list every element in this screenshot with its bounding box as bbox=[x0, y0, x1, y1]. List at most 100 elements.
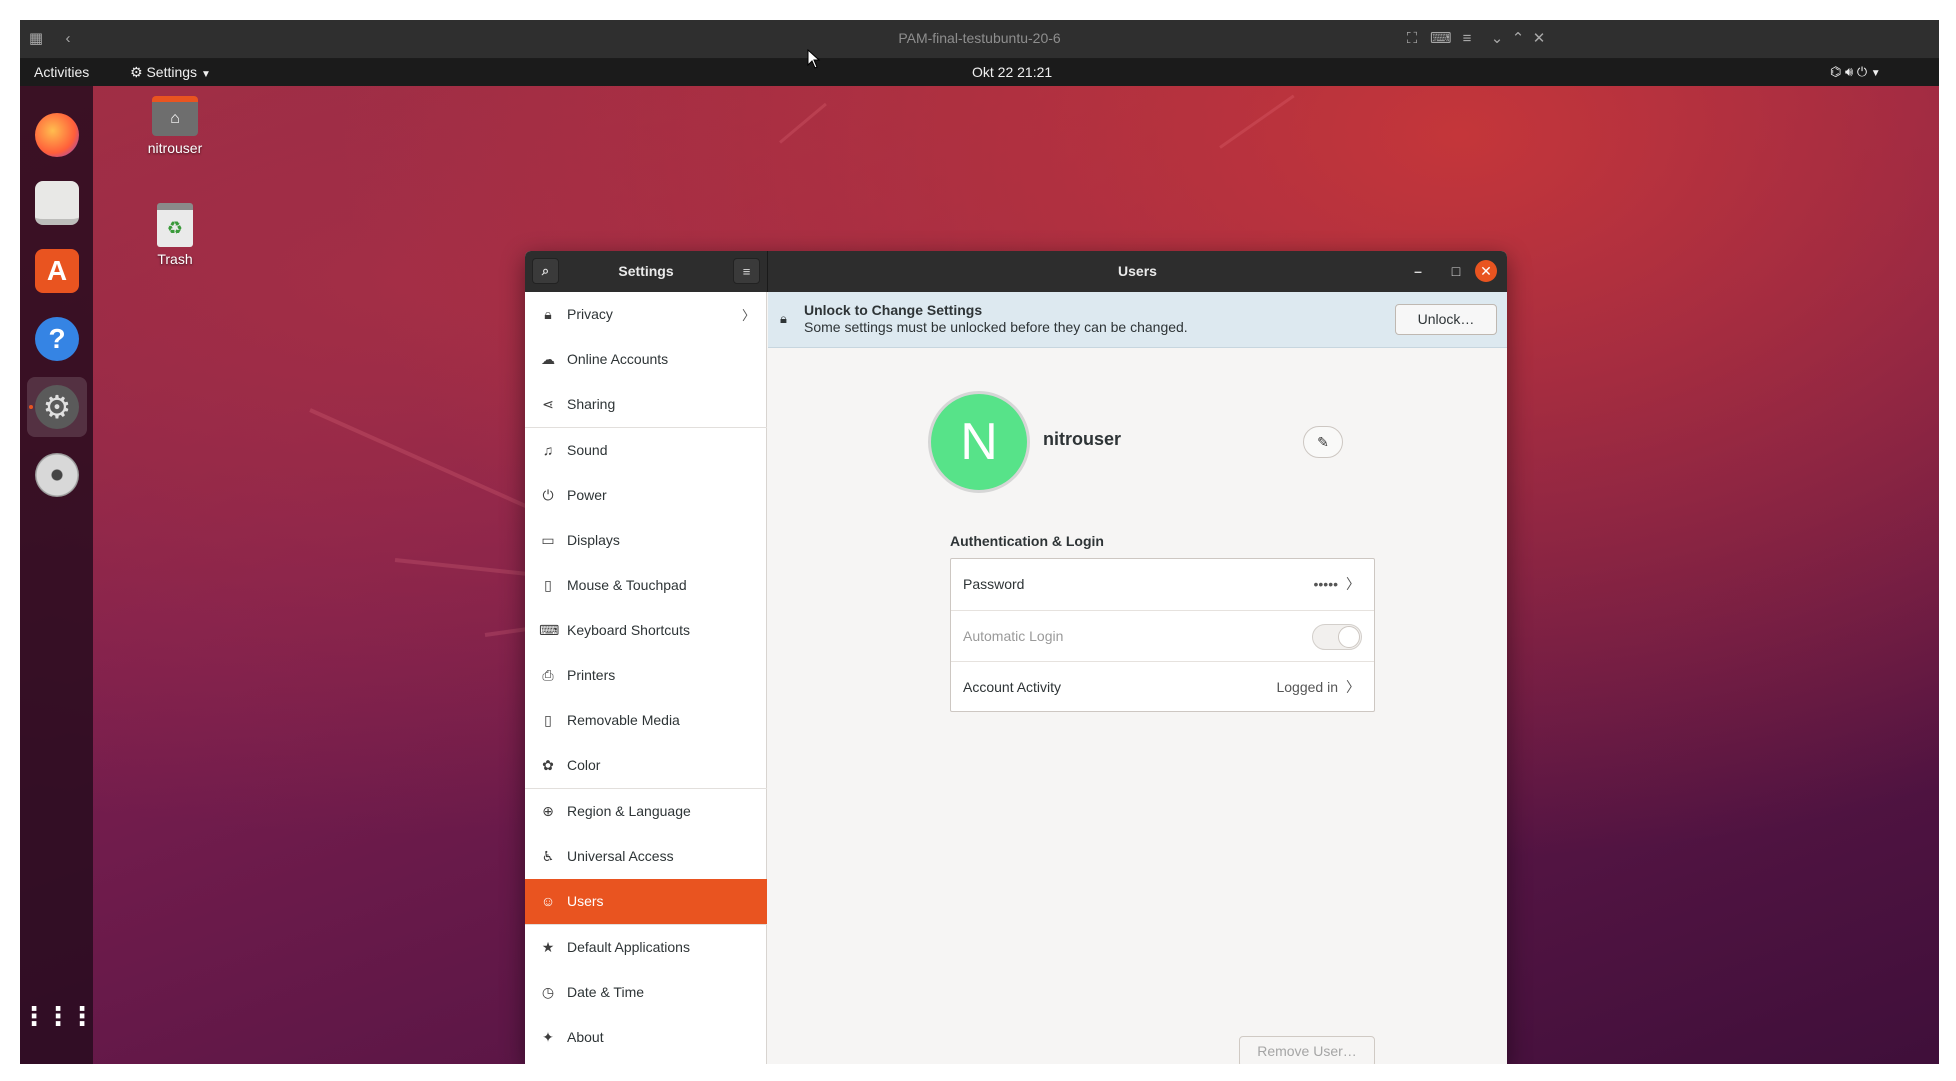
dvd-icon bbox=[35, 453, 79, 497]
unlock-title: Unlock to Change Settings bbox=[804, 302, 983, 318]
power-menu-icon: ⏻ bbox=[1856, 64, 1868, 79]
sidebar-item-about[interactable]: ✦ About bbox=[525, 1015, 767, 1060]
dock-software[interactable]: A bbox=[27, 241, 87, 301]
unlock-infobar: 🔒︎ Unlock to Change Settings Some settin… bbox=[768, 292, 1507, 348]
minimize-button[interactable]: – bbox=[1407, 260, 1429, 282]
keyboard-icon[interactable]: ⌨ bbox=[1430, 29, 1452, 49]
viewer-toolbar: ▦ ‹ PAM-final-testubuntu-20-6 ⛶ ⌨ ≡ ⌄ ⌃ … bbox=[20, 20, 1939, 59]
sidebar-item-removable-media[interactable]: ▯ Removable Media bbox=[525, 698, 767, 743]
pencil-icon: ✎ bbox=[1317, 434, 1329, 450]
minimize-icon: – bbox=[1414, 263, 1422, 279]
activities-button[interactable]: Activities bbox=[34, 64, 89, 80]
printer-icon: ⎙ bbox=[542, 667, 554, 683]
user-avatar[interactable]: N bbox=[928, 391, 1030, 493]
wallpaper-shape bbox=[1219, 94, 1295, 149]
account-activity-label: Account Activity bbox=[963, 679, 1062, 695]
chevron-up-icon[interactable]: ⌃ bbox=[1508, 29, 1528, 49]
share-icon: ⋖ bbox=[542, 396, 554, 412]
sidebar-item-label: Region & Language bbox=[567, 803, 691, 819]
sidebar-item-label: Privacy bbox=[567, 306, 613, 322]
sidebar-item-color[interactable]: ✿ Color bbox=[525, 743, 767, 788]
users-icon: ☺ bbox=[540, 893, 556, 909]
sidebar-item-users[interactable]: ☺ Users bbox=[525, 879, 767, 924]
sidebar-item-sharing[interactable]: ⋖ Sharing bbox=[525, 382, 767, 427]
password-row[interactable]: Password ••••• 〉 bbox=[951, 559, 1374, 610]
sidebar-item-universal-access[interactable]: ♿︎ Universal Access bbox=[525, 834, 767, 879]
sidebar-item-date-time[interactable]: ◷ Date & Time bbox=[525, 970, 767, 1015]
clock-icon: ◷ bbox=[541, 984, 555, 1000]
close-icon[interactable]: ✕ bbox=[1529, 29, 1549, 49]
unlock-subtitle: Some settings must be unlocked before th… bbox=[804, 319, 1188, 335]
sidebar-item-label: About bbox=[567, 1029, 604, 1045]
chevron-down-icon[interactable]: ⌄ bbox=[1487, 29, 1507, 49]
running-indicator bbox=[29, 405, 33, 409]
dock-firefox[interactable] bbox=[27, 105, 87, 165]
show-apps-button[interactable]: ⋮⋮⋮ bbox=[21, 986, 95, 1046]
toggle-knob bbox=[1338, 626, 1360, 648]
sidebar-item-printers[interactable]: ⎙ Printers bbox=[525, 653, 767, 698]
sidebar-item-online-accounts[interactable]: ☁ Online Accounts bbox=[525, 337, 767, 382]
sidebar-item-label: Displays bbox=[567, 532, 620, 548]
accessibility-icon: ♿︎ bbox=[541, 848, 555, 864]
dock: A ? ⚙ ⋮⋮⋮ bbox=[20, 86, 95, 1064]
globe-icon: ⊕ bbox=[542, 803, 554, 819]
display-icon: ▭ bbox=[541, 532, 555, 548]
app-menu-button[interactable]: ⚙ Settings ▼ bbox=[130, 64, 211, 81]
sidebar-item-sound[interactable]: ♫ Sound bbox=[525, 428, 767, 473]
sidebar-item-label: Online Accounts bbox=[567, 351, 669, 367]
maximize-button[interactable]: □ bbox=[1445, 260, 1467, 282]
hamburger-icon: ≡ bbox=[742, 263, 751, 279]
firefox-icon bbox=[35, 113, 79, 157]
sidebar-item-displays[interactable]: ▭ Displays bbox=[525, 518, 767, 563]
remote-desktop-frame: ▦ ‹ PAM-final-testubuntu-20-6 ⛶ ⌨ ≡ ⌄ ⌃ … bbox=[20, 20, 1939, 1064]
sidebar-item-mouse-touchpad[interactable]: ▯ Mouse & Touchpad bbox=[525, 563, 767, 608]
wallpaper-shape bbox=[779, 102, 827, 144]
edit-name-button[interactable]: ✎ bbox=[1303, 426, 1343, 458]
system-status-menu[interactable]: ⌬ 🔊︎ ⏻ ▼ bbox=[1830, 64, 1881, 80]
automatic-login-toggle[interactable] bbox=[1312, 624, 1362, 650]
sidebar-item-label: Removable Media bbox=[567, 712, 680, 728]
network-icon: ⌬ bbox=[1830, 64, 1842, 79]
sparkle-icon: ✦ bbox=[542, 1029, 554, 1045]
dock-dvd[interactable] bbox=[27, 445, 87, 505]
account-activity-value: Logged in bbox=[1276, 679, 1338, 695]
desktop-icon-trash[interactable]: ♻ Trash bbox=[120, 203, 230, 267]
users-panel: 🔒︎ Unlock to Change Settings Some settin… bbox=[768, 292, 1507, 1064]
lock-icon: 🔒︎ bbox=[780, 311, 787, 326]
primary-menu-button[interactable]: ≡ bbox=[733, 258, 760, 284]
sidebar-item-label: Default Applications bbox=[567, 939, 690, 955]
triangle-down-icon: ▼ bbox=[200, 69, 211, 80]
username-label: nitrouser bbox=[1043, 429, 1122, 449]
sidebar-item-region-language[interactable]: ⊕ Region & Language bbox=[525, 789, 767, 834]
sidebar-item-label: Keyboard Shortcuts bbox=[567, 622, 690, 638]
clock-button[interactable]: Okt 22 21:21 bbox=[972, 64, 1052, 80]
chevron-right-icon: 〉 bbox=[1346, 576, 1360, 592]
cloud-icon: ☁ bbox=[541, 351, 555, 367]
star-icon: ★ bbox=[541, 939, 555, 955]
hamburger-icon[interactable]: ≡ bbox=[1457, 29, 1477, 49]
sidebar-item-keyboard-shortcuts[interactable]: ⌨ Keyboard Shortcuts bbox=[525, 608, 767, 653]
dock-settings[interactable]: ⚙ bbox=[27, 377, 87, 437]
password-value: ••••• bbox=[1313, 576, 1338, 592]
trash-icon: ♻ bbox=[157, 203, 193, 247]
sidebar-item-label: Universal Access bbox=[567, 848, 674, 864]
sidebar-item-default-applications[interactable]: ★ Default Applications bbox=[525, 925, 767, 970]
sidebar-item-label: Sound bbox=[567, 442, 608, 458]
dock-help[interactable]: ? bbox=[27, 309, 87, 369]
sidebar-item-power[interactable]: ⏻ Power bbox=[525, 473, 767, 518]
desktop-icon-home[interactable]: ⌂ nitrouser bbox=[120, 96, 230, 156]
account-activity-row[interactable]: Account Activity Logged in 〉 bbox=[951, 662, 1374, 713]
sidebar-item-privacy[interactable]: 🔒︎ Privacy 〉 bbox=[525, 292, 767, 337]
sidebar-item-label: Power bbox=[567, 487, 607, 503]
unlock-button[interactable]: Unlock… bbox=[1395, 304, 1497, 335]
fullscreen-icon[interactable]: ⛶ bbox=[1402, 29, 1422, 49]
software-icon: A bbox=[35, 249, 79, 293]
close-icon: ✕ bbox=[1480, 263, 1492, 279]
settings-window: ⌕ Settings ≡ Users – □ ✕ 🔒︎ Privacy 〉 ☁ Onli… bbox=[525, 251, 1507, 1064]
automatic-login-row: Automatic Login bbox=[951, 611, 1374, 662]
power-icon: ⏻ bbox=[542, 487, 554, 503]
sidebar-item-label: Color bbox=[567, 757, 601, 773]
remove-user-button[interactable]: Remove User… bbox=[1239, 1036, 1375, 1064]
close-button[interactable]: ✕ bbox=[1475, 260, 1497, 282]
dock-files[interactable] bbox=[27, 173, 87, 233]
